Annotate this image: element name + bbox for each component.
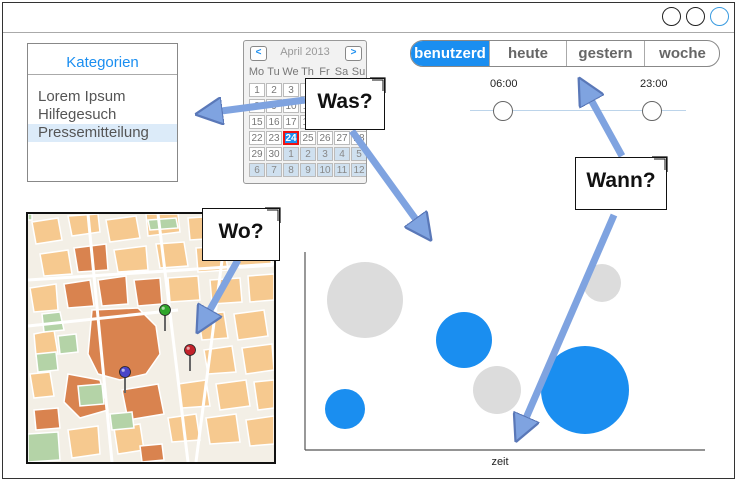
range-start-label: 06:00 [490,78,518,90]
chart-bubble[interactable] [325,389,365,429]
chart-bubble[interactable] [436,312,492,368]
time-filter-heute[interactable]: heute [489,41,566,66]
callout-wo-text: Wo? [218,220,264,243]
calendar-day[interactable]: 28 [351,131,366,145]
map-pin-green-icon[interactable] [159,304,171,332]
calendar-day[interactable]: 12 [351,163,366,177]
calendar-day[interactable]: 6 [249,163,265,177]
maximize-window-button[interactable] [686,7,705,26]
chart-bubble[interactable] [583,264,621,302]
calendar-weekday-header: Su [351,66,366,78]
calendar-day[interactable]: 11 [334,163,350,177]
calendar-weekday-header: Tu [267,66,280,78]
callout-wo: Wo? [202,207,281,261]
time-range-start-handle[interactable] [493,101,513,121]
calendar-day[interactable]: 25 [300,131,316,145]
calendar-weekday-header: Mo [248,66,265,78]
map-pin-blue-icon[interactable] [119,366,131,394]
calendar-day[interactable]: 3 [317,147,333,161]
calendar-day[interactable]: 4 [334,147,350,161]
category-item-hilfegesuch[interactable]: Hilfegesuch [28,106,177,124]
category-panel: Kategorien Lorem Ipsum Hilfegesuch Press… [27,43,178,182]
calendar-day[interactable]: 27 [334,131,350,145]
calendar-day[interactable]: 8 [249,99,265,113]
calendar-day[interactable]: 3 [283,83,299,97]
calendar-day[interactable]: 9 [266,99,282,113]
calendar-day[interactable]: 22 [249,131,265,145]
calendar-day[interactable]: 30 [266,147,282,161]
time-filter-segmented-control: benutzerd heute gestern woche [410,40,720,67]
callout-was: Was? [305,77,386,130]
calendar-day[interactable]: 1 [283,147,299,161]
calendar-day[interactable]: 9 [300,163,316,177]
page-fold-icon [370,77,386,93]
calendar-weekday-header: We [282,66,299,78]
time-range-end-handle[interactable] [642,101,662,121]
time-filter-benutzerdefiniert[interactable]: benutzerd [411,41,489,66]
calendar-weekday-header: Th [301,66,314,78]
calendar-day[interactable]: 2 [266,83,282,97]
calendar-day[interactable]: 26 [317,131,333,145]
callout-wann-text: Wann? [586,169,656,192]
calendar-day[interactable]: 1 [249,83,265,97]
calendar-day[interactable]: 16 [266,115,282,129]
page-fold-icon [652,156,668,172]
calendar-weekday-header: Sa [334,66,349,78]
chart-bubble[interactable] [473,366,521,414]
calendar-day[interactable]: 8 [283,163,299,177]
title-bar-divider [3,32,734,33]
calendar-day[interactable]: 2 [300,147,316,161]
range-end-label: 23:00 [640,78,668,90]
page-fold-icon [265,207,281,223]
calendar-day[interactable]: 5 [351,147,366,161]
callout-wann: Wann? [575,156,668,210]
category-item-pressemitteilung[interactable]: Pressemitteilung [28,124,177,142]
time-filter-woche[interactable]: woche [644,41,719,66]
chart-bubble[interactable] [541,346,629,434]
calendar-day[interactable]: 7 [266,163,282,177]
calendar-day[interactable]: 17 [283,115,299,129]
calendar-day[interactable]: 23 [266,131,282,145]
x-axis-label: zeit [491,456,508,468]
chart-bubble[interactable] [327,262,403,338]
category-panel-divider [28,74,177,75]
calendar-day[interactable]: 15 [249,115,265,129]
calendar-day[interactable]: 10 [317,163,333,177]
category-panel-title: Kategorien [66,54,139,71]
map-pin-red-icon[interactable] [184,344,196,372]
callout-was-text: Was? [317,90,373,113]
calendar-day[interactable]: 10 [283,99,299,113]
calendar-day[interactable]: 29 [249,147,265,161]
minimize-window-button[interactable] [662,7,681,26]
category-item-lorem-ipsum[interactable]: Lorem Ipsum [28,88,177,106]
calendar-weekday-header: Fr [319,66,330,78]
time-filter-gestern[interactable]: gestern [566,41,644,66]
calendar-prev-month-button[interactable]: < [250,46,267,61]
calendar-day-selected[interactable]: 24 [283,131,299,145]
calendar-next-month-button[interactable]: > [345,46,362,61]
close-window-button[interactable] [710,7,729,26]
